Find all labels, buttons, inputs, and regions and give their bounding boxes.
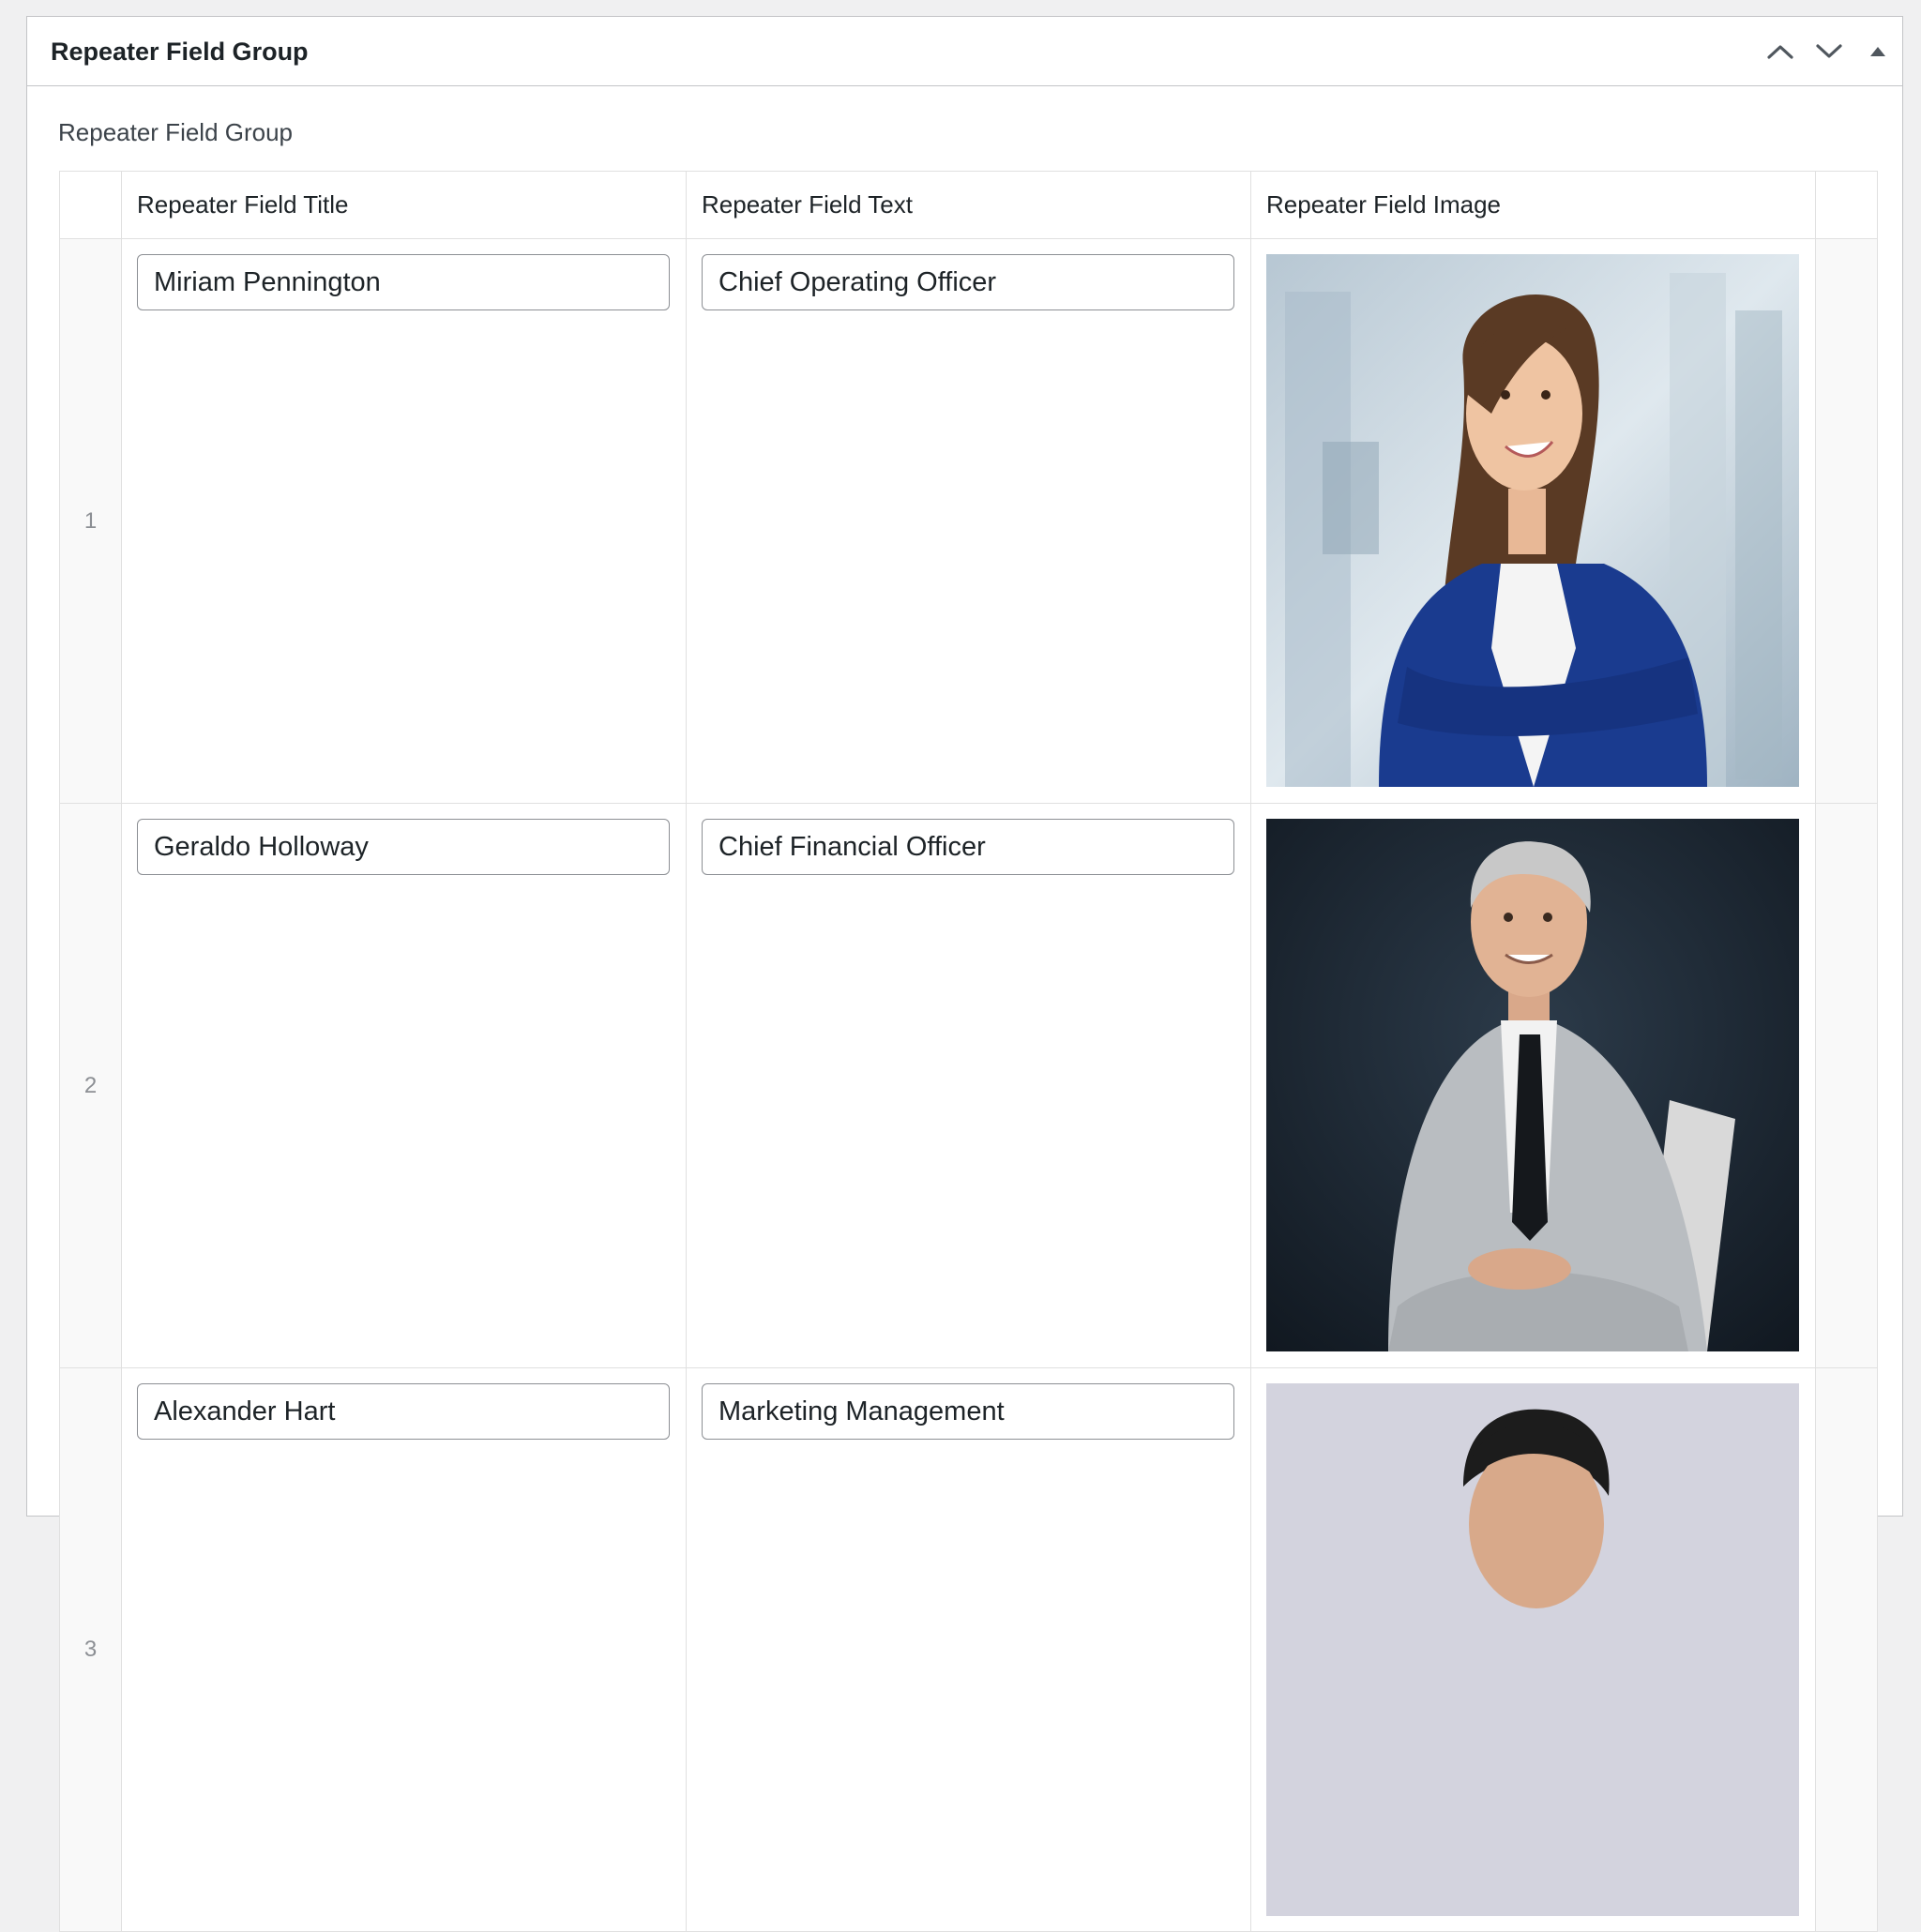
panel-header: Repeater Field Group	[27, 17, 1902, 86]
woman-portrait-icon	[1266, 254, 1799, 787]
title-cell	[121, 1367, 687, 1932]
image-preview[interactable]	[1266, 254, 1799, 787]
title-cell	[121, 803, 687, 1368]
table-row: 1	[59, 238, 1878, 804]
toggle-panel-button[interactable]	[1853, 17, 1902, 86]
image-cell	[1250, 238, 1816, 804]
panel-title: Repeater Field Group	[51, 38, 309, 66]
image-preview[interactable]	[1266, 819, 1799, 1351]
column-header-title: Repeater Field Title	[121, 171, 687, 239]
remove-column-header	[1815, 171, 1878, 239]
row-order-handle[interactable]: 3	[59, 1367, 122, 1932]
field-label: Repeater Field Group	[58, 118, 294, 146]
move-up-button[interactable]	[1756, 17, 1805, 86]
text-cell	[686, 803, 1251, 1368]
text-input[interactable]	[702, 819, 1234, 875]
title-input[interactable]	[137, 819, 670, 875]
column-header-image: Repeater Field Image	[1250, 171, 1816, 239]
chevron-up-icon	[1766, 42, 1794, 61]
text-cell	[686, 238, 1251, 804]
title-input[interactable]	[137, 1383, 670, 1440]
image-cell	[1250, 803, 1816, 1368]
row-remove-area[interactable]	[1815, 238, 1878, 804]
row-order-handle[interactable]: 2	[59, 803, 122, 1368]
text-input[interactable]	[702, 1383, 1234, 1440]
table-header-row: Repeater Field Title Repeater Field Text…	[59, 171, 1878, 239]
text-input[interactable]	[702, 254, 1234, 310]
order-column-header	[59, 171, 122, 239]
triangle-up-icon	[1868, 45, 1887, 58]
text-cell	[686, 1367, 1251, 1932]
chevron-down-icon	[1815, 42, 1843, 61]
row-remove-area[interactable]	[1815, 1367, 1878, 1932]
image-preview[interactable]	[1266, 1383, 1799, 1916]
image-cell	[1250, 1367, 1816, 1932]
title-cell	[121, 238, 687, 804]
repeater-table: Repeater Field Title Repeater Field Text…	[59, 171, 1878, 1932]
title-input[interactable]	[137, 254, 670, 310]
move-down-button[interactable]	[1805, 17, 1853, 86]
table-row: 3	[59, 1367, 1878, 1932]
repeater-panel: Repeater Field Group Repeater Field Grou…	[26, 16, 1903, 1932]
row-order-handle[interactable]: 1	[59, 238, 122, 804]
column-header-text: Repeater Field Text	[686, 171, 1251, 239]
man-portrait-partial-icon	[1266, 1383, 1799, 1916]
man-portrait-icon	[1266, 819, 1799, 1351]
panel-controls	[1756, 17, 1902, 86]
row-remove-area[interactable]	[1815, 803, 1878, 1368]
table-row: 2	[59, 803, 1878, 1368]
